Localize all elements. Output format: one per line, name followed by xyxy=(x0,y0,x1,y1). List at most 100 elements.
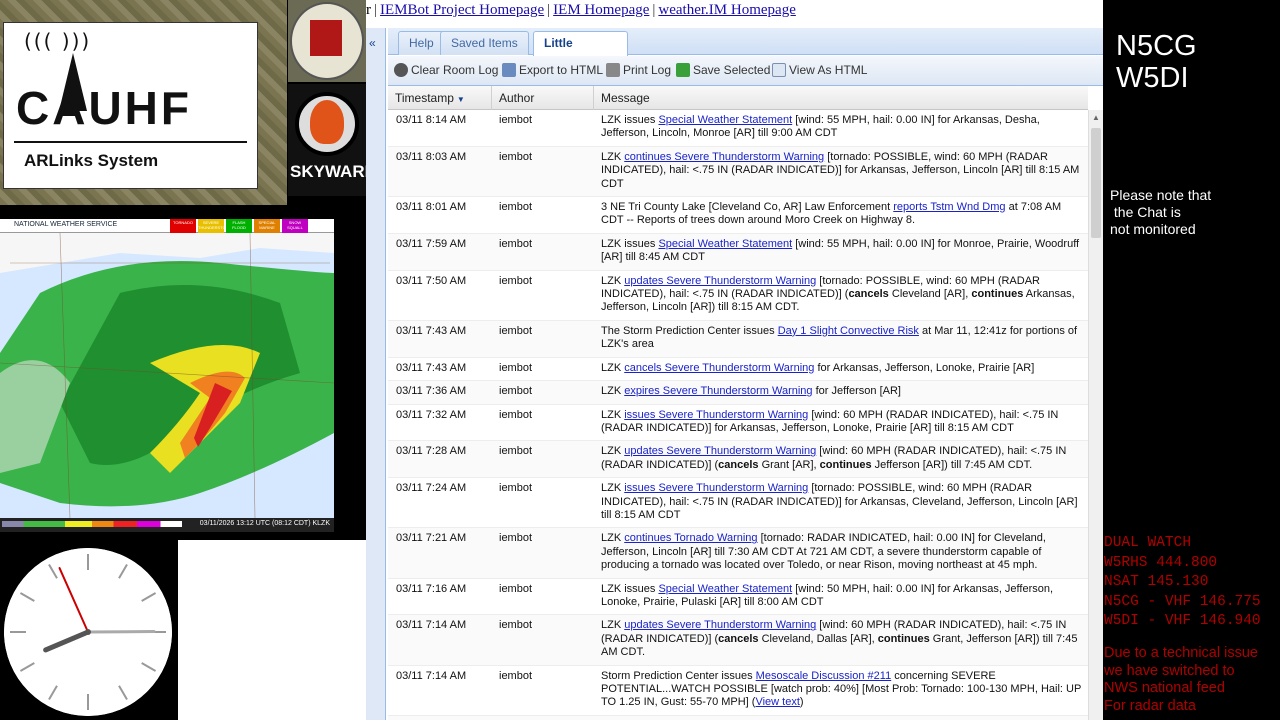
timestamp-cell: 03/11 7:16 AM xyxy=(396,582,467,595)
table-row[interactable]: 03/11 8:03 AM iembot LZK continues Severe … xyxy=(388,146,1088,198)
weather-im-homepage-link[interactable]: weather.IM Homepage xyxy=(658,2,795,18)
tab-help[interactable]: Help xyxy=(398,31,445,55)
table-row[interactable]: 03/11 7:21 AM iembot LZK continues Tornado… xyxy=(388,528,1088,579)
author-cell: iembot xyxy=(499,274,533,287)
message-text: LZK xyxy=(601,385,625,398)
message-text: Cleveland, Dallas [AR], xyxy=(758,632,878,645)
author-cell: iembot xyxy=(499,114,533,126)
table-row[interactable]: 03/11 8:14 AM iembot LZK issues Special We… xyxy=(388,110,1088,147)
add-icon xyxy=(676,63,690,77)
message-link[interactable]: updates Severe Thunderstorm Warning xyxy=(624,619,816,631)
timestamp-cell: 03/11 8:14 AM xyxy=(396,114,467,126)
view-as-html-button[interactable]: View As HTML xyxy=(772,63,867,77)
message-link[interactable]: issues Severe Thunderstorm Warning xyxy=(624,482,808,494)
message-text: for Jefferson [AR] xyxy=(812,385,901,398)
message-text: LZK xyxy=(601,361,625,374)
column-message[interactable]: Message xyxy=(594,86,1082,110)
save-selected-label: Save Selected xyxy=(693,63,771,77)
scrollbar-thumb[interactable] xyxy=(1091,128,1101,238)
message-link[interactable]: Mesoscale Discussion #211 xyxy=(756,670,892,682)
message-cell: LZK updates Severe Thunderstorm Warning … xyxy=(601,615,1088,664)
message-text: The Storm Prediction Center issues xyxy=(601,324,778,337)
skywarn-logo: SKYWARN xyxy=(288,84,377,196)
tab-saved-items[interactable]: Saved Items xyxy=(440,31,529,55)
message-link[interactable]: updates Severe Thunderstorm Warning xyxy=(624,445,816,457)
table-row[interactable]: 03/11 7:32 AM iembot LZK issues Severe Thu… xyxy=(388,405,1088,442)
table-row[interactable]: 03/11 7:14 AM iembot LZK updates Severe Th… xyxy=(388,615,1088,666)
message-link[interactable]: Special Weather Statement xyxy=(658,238,792,250)
scroll-up-icon[interactable]: ▲ xyxy=(1092,113,1100,122)
clear-room-log-label: Clear Room Log xyxy=(411,63,499,77)
callsign-n5cg: N5CG xyxy=(1116,30,1197,62)
message-text: Grant [AR], xyxy=(758,458,820,471)
radar-timestamp: 03/11/2026 13:12 UTC (08:12 CDT) KLZK xyxy=(199,520,330,527)
radar-header: NATIONAL WEATHER SERVICE TORNADO SEVERE … xyxy=(0,219,334,233)
timestamp-cell: 03/11 7:59 AM xyxy=(396,237,467,250)
save-selected-button[interactable]: Save Selected xyxy=(676,63,770,77)
message-text: LZK issues xyxy=(601,114,659,126)
table-row[interactable]: 03/11 7:50 AM iembot LZK updates Severe Th… xyxy=(388,271,1088,321)
message-link[interactable]: updates Severe Thunderstorm Warning xyxy=(624,275,816,287)
skywarn-text: SKYWARN xyxy=(290,162,377,181)
legend-marine: SPECIAL MARINE xyxy=(254,219,280,233)
message-link[interactable]: Special Weather Statement xyxy=(658,114,792,126)
message-cell: The Storm Prediction Center issues Day 1… xyxy=(601,321,1088,357)
message-link[interactable]: cancels Severe Thunderstorm Warning xyxy=(624,362,814,374)
message-text: LZK xyxy=(601,482,625,495)
author-cell: iembot xyxy=(499,408,533,421)
chat-not-monitored-note: Please note that the Chat is not monitor… xyxy=(1110,187,1212,237)
message-text: LZK issues xyxy=(601,582,659,595)
message-link[interactable]: Special Weather Statement xyxy=(658,583,792,595)
table-row[interactable]: 03/11 7:36 AM iembot LZK expires Severe Th… xyxy=(388,381,1088,405)
author-cell: iembot xyxy=(499,385,533,398)
radar-panel: NATIONAL WEATHER SERVICE TORNADO SEVERE … xyxy=(0,205,390,540)
message-link[interactable]: continues Severe Thunderstorm Warning xyxy=(624,151,824,163)
radar-footer: 03/11/2026 13:12 UTC (08:12 CDT) KLZK xyxy=(0,518,334,532)
message-link[interactable]: issues Severe Thunderstorm Warning xyxy=(624,409,808,421)
message-link[interactable]: expires Severe Thunderstorm Warning xyxy=(624,385,812,397)
technical-issue-note: Due to a technical issue we have switche… xyxy=(1104,645,1258,714)
radar-reflectivity-map xyxy=(0,233,334,518)
message-link[interactable]: reports Tstm Wnd Dmg xyxy=(893,201,1005,213)
message-cell: LZK updates Severe Thunderstorm Warning … xyxy=(601,441,1088,477)
clear-room-log-button[interactable]: Clear Room Log xyxy=(394,63,498,77)
message-link[interactable]: continues Tornado Warning xyxy=(624,532,757,544)
message-cell: LZK cancels Severe Thunderstorm Warning … xyxy=(601,358,1088,380)
table-row[interactable]: 03/11 7:13 AMiembotLZK updates Tornado W… xyxy=(388,715,1088,720)
table-row[interactable]: 03/11 7:43 AM iembot LZK cancels Severe Th… xyxy=(388,358,1088,382)
table-row[interactable]: 03/11 7:28 AM iembot LZK updates Severe Th… xyxy=(388,441,1088,479)
column-author[interactable]: Author xyxy=(492,86,594,110)
vertical-scrollbar[interactable]: ▲ xyxy=(1088,110,1103,720)
column-timestamp-label: Timestamp xyxy=(395,91,454,105)
analog-clock xyxy=(4,548,172,716)
message-link[interactable]: View text xyxy=(755,696,799,708)
table-row[interactable]: 03/11 7:24 AM iembot LZK issues Severe Thu… xyxy=(388,478,1088,529)
timestamp-cell: 03/11 7:24 AM xyxy=(396,482,467,495)
timestamp-cell: 03/11 7:14 AM xyxy=(396,619,467,632)
iembot-homepage-link[interactable]: IEMBot Project Homepage xyxy=(380,2,544,18)
print-log-button[interactable]: Print Log xyxy=(606,63,671,77)
iem-homepage-link[interactable]: IEM Homepage xyxy=(553,2,649,18)
table-row[interactable]: 03/11 7:59 AM iembot LZK issues Special We… xyxy=(388,233,1088,271)
column-timestamp[interactable]: Timestamp ▼ xyxy=(388,86,492,110)
table-row[interactable]: 03/11 8:01 AM iembot 3 NE Tri County Lake … xyxy=(388,197,1088,234)
cauhf-logo: ((( ))) CAUHF ARLinks System xyxy=(3,22,258,189)
table-row[interactable]: 03/11 7:16 AM iembot LZK issues Special We… xyxy=(388,579,1088,616)
message-text: Jefferson [AR]) till 7:45 AM CDT. xyxy=(871,458,1033,471)
view-as-html-label: View As HTML xyxy=(789,63,868,77)
timestamp-cell: 03/11 7:21 AM xyxy=(396,532,467,545)
table-row[interactable]: 03/11 7:43 AM iembot The Storm Prediction … xyxy=(388,320,1088,358)
author-cell: iembot xyxy=(499,532,533,545)
message-text: 3 NE Tri County Lake [Cleveland Co, AR] … xyxy=(601,201,894,214)
collapse-sidebar-button[interactable]: « xyxy=(366,28,386,720)
message-text: LZK issues xyxy=(601,237,659,250)
author-cell: iembot xyxy=(499,201,533,214)
message-link[interactable]: Day 1 Slight Convective Risk xyxy=(778,325,919,337)
table-row[interactable]: 03/11 7:14 AM iembot Storm Prediction Cent… xyxy=(388,666,1088,716)
message-cell: LZK issues Special Weather Statement [wi… xyxy=(601,234,1088,270)
author-cell: iembot xyxy=(499,582,533,595)
toolbar: Clear Room Log Export to HTML Print Log … xyxy=(388,56,1103,86)
export-html-button[interactable]: Export to HTML xyxy=(502,63,603,77)
tab-little-rock[interactable]: Little Rock× xyxy=(533,31,628,73)
message-cell: Storm Prediction Center issues Mesoscale… xyxy=(601,666,1088,715)
